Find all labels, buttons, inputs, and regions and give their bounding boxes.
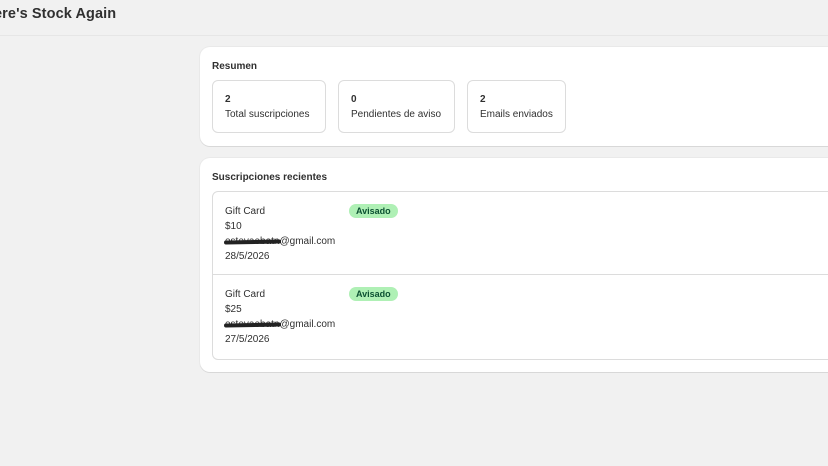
stat-emails-sent: 2 Emails enviados — [467, 80, 566, 133]
recent-subscriptions-title: Suscripciones recientes — [212, 172, 328, 183]
product-name: Gift Card — [225, 206, 266, 217]
stat-label: Emails enviados — [480, 109, 553, 120]
subscription-item[interactable]: Gift Card Avisado $10 estevaebatn@gmail.… — [212, 191, 828, 275]
stat-value: 2 — [480, 94, 486, 105]
app-title: ere's Stock Again — [0, 6, 117, 22]
subscription-date: 28/5/2026 — [225, 251, 270, 262]
app-header: ere's Stock Again — [0, 0, 828, 36]
email-domain: @gmail.com — [279, 319, 336, 330]
product-price: $25 — [225, 304, 242, 315]
subscriber-email: estevaebatn@gmail.com — [225, 319, 335, 330]
subscription-item[interactable]: Gift Card Avisado $25 estevaebatn@gmail.… — [212, 275, 828, 360]
email-user-redacted: estevaebatn — [225, 319, 280, 330]
stat-value: 2 — [225, 94, 231, 105]
status-badge: Avisado — [349, 204, 398, 218]
stat-value: 0 — [351, 94, 357, 105]
summary-title: Resumen — [212, 61, 258, 72]
email-user-redacted: estevaebatn — [225, 236, 280, 247]
product-name: Gift Card — [225, 289, 266, 300]
stat-total-subscriptions: 2 Total suscripciones — [212, 80, 326, 133]
stat-label: Pendientes de aviso — [351, 109, 442, 120]
subscription-date: 27/5/2026 — [225, 334, 270, 345]
subscriber-email: estevaebatn@gmail.com — [225, 236, 335, 247]
email-domain: @gmail.com — [279, 236, 336, 247]
status-badge: Avisado — [349, 287, 398, 301]
recent-subscriptions-card: Suscripciones recientes Gift Card Avisad… — [200, 158, 828, 372]
product-price: $10 — [225, 221, 242, 232]
stat-label: Total suscripciones — [225, 109, 310, 120]
summary-card: Resumen 2 Total suscripciones 0 Pendient… — [200, 47, 828, 146]
stat-pending-notice: 0 Pendientes de aviso — [338, 80, 455, 133]
